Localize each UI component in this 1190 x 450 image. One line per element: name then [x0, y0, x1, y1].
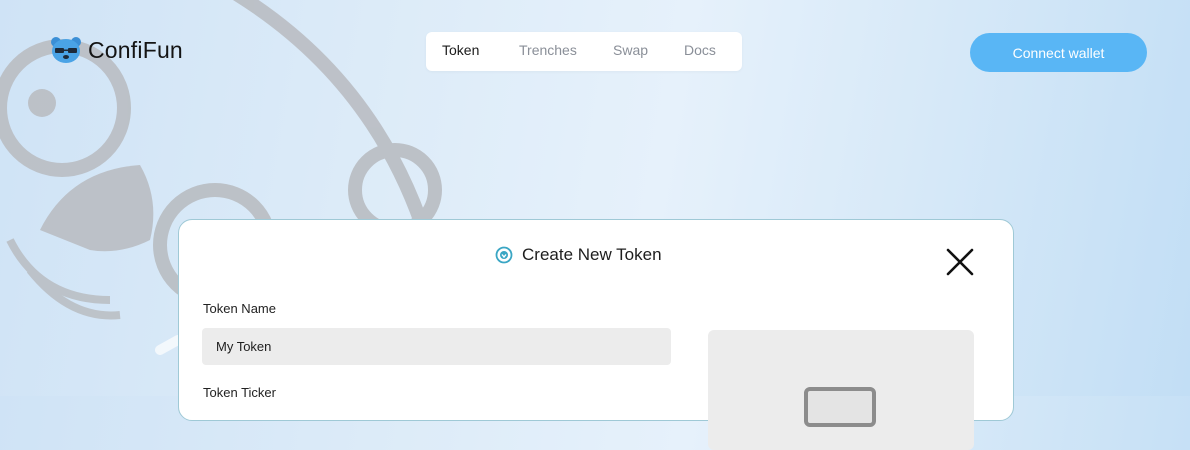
- create-token-modal: Create New Token Token Name Token Ticker: [178, 219, 1014, 450]
- connect-wallet-button[interactable]: Connect wallet: [970, 33, 1147, 72]
- token-ticker-label: Token Ticker: [203, 385, 276, 400]
- nav-tab-token[interactable]: Token: [442, 42, 479, 58]
- modal-header: Create New Token: [495, 245, 662, 265]
- brand-name: ConfiFun: [88, 36, 183, 63]
- nav-tab-trenches[interactable]: Trenches: [519, 42, 577, 58]
- image-upload-icon: [804, 387, 876, 427]
- nav-tab-docs[interactable]: Docs: [684, 42, 716, 58]
- close-icon[interactable]: [944, 246, 976, 278]
- token-badge-icon: [495, 246, 513, 264]
- brand-logo[interactable]: ConfiFun: [50, 36, 183, 64]
- token-name-input[interactable]: [202, 328, 671, 365]
- nav-tab-swap[interactable]: Swap: [613, 42, 648, 58]
- token-name-label: Token Name: [203, 301, 276, 316]
- main-nav: Token Trenches Swap Docs: [426, 32, 742, 71]
- bear-face-icon: [51, 37, 81, 63]
- image-upload-area[interactable]: [708, 330, 974, 450]
- modal-title: Create New Token: [522, 245, 662, 264]
